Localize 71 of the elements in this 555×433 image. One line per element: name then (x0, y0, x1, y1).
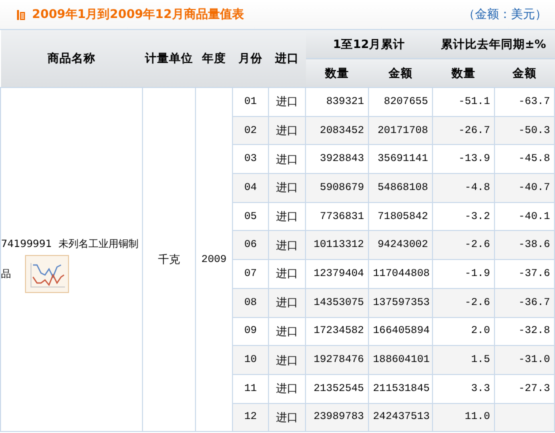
table-cell: 12 (232, 403, 268, 432)
table-cell: 19278476 (306, 346, 368, 374)
table-title: 2009年1月到2009年12月商品量值表 (32, 6, 244, 23)
table-cell: 8207655 (368, 88, 433, 116)
table-cell: 10113312 (306, 230, 368, 260)
table-cell: 11 (232, 374, 268, 404)
table-cell: 14353075 (306, 288, 368, 317)
table-cell: 23989783 (306, 403, 368, 432)
table-cell: 11.0 (432, 403, 495, 432)
table-cell: 进口 (268, 116, 306, 145)
table-cell: -2.6 (432, 230, 495, 260)
table-cell: 千克 (142, 88, 196, 432)
table-cell: 进口 (268, 230, 306, 260)
table-cell: 进口 (268, 260, 306, 288)
table-cell: -50.3 (494, 116, 554, 145)
product-name: 品 (1, 268, 11, 281)
line-chart-icon[interactable] (25, 254, 69, 293)
table-cell: 02 (232, 116, 268, 145)
column-header: 进口 (268, 30, 306, 88)
table-cell: 5908679 (306, 174, 368, 202)
table-cell: 21352545 (306, 374, 368, 404)
currency-note: （金额：美元） (463, 6, 547, 23)
table-cell: -63.7 (494, 88, 554, 116)
table-cell: -40.7 (494, 174, 554, 202)
table-cell: 137597353 (368, 288, 433, 317)
table-cell: 1.5 (432, 346, 495, 374)
table-cell: 188604101 (368, 346, 433, 374)
table-cell: 10 (232, 346, 268, 374)
column-header: 金额 (368, 58, 433, 88)
table-cell: -51.1 (432, 88, 495, 116)
table-cell: -27.3 (494, 374, 554, 404)
table-cell: 进口 (268, 174, 306, 202)
column-header: 数量 (306, 58, 368, 88)
column-header: 数量 (432, 58, 495, 88)
column-header: 月份 (232, 30, 268, 88)
column-header: 年度 (196, 30, 232, 88)
table-cell: 进口 (268, 403, 306, 432)
column-group-header: 1至12月累计 (306, 30, 433, 58)
table-cell: 54868108 (368, 174, 433, 202)
table-cell: 06 (232, 230, 268, 260)
table-cell: 3.3 (432, 374, 495, 404)
table-cell: -38.6 (494, 230, 554, 260)
document-icon (16, 8, 26, 20)
product-name: 74199991 未列名工业用铜制 (1, 238, 138, 251)
table-cell: 07 (232, 260, 268, 288)
table-cell: 94243002 (368, 230, 433, 260)
table-cell: -26.7 (432, 116, 495, 145)
table-cell: 117044808 (368, 260, 433, 288)
table-cell: 进口 (268, 288, 306, 317)
table-cell: 进口 (268, 374, 306, 404)
table-cell: 211531845 (368, 374, 433, 404)
table-cell: -36.7 (494, 288, 554, 317)
table-cell: 12379404 (306, 260, 368, 288)
table-cell: 08 (232, 288, 268, 317)
table-cell: 进口 (268, 346, 306, 374)
column-header: 金额 (494, 58, 554, 88)
table-cell: -2.6 (432, 288, 495, 317)
column-group-header: 累计比去年同期±% (432, 30, 554, 58)
table-cell: 839321 (306, 88, 368, 116)
table-cell: 20171708 (368, 116, 433, 145)
table-cell: 04 (232, 174, 268, 202)
table-cell: 242437513 (368, 403, 433, 432)
table-cell: -31.0 (494, 346, 554, 374)
table-cell: -37.6 (494, 260, 554, 288)
column-header: 计量单位 (142, 30, 196, 88)
table-cell: -1.9 (432, 260, 495, 288)
table-cell: 进口 (268, 88, 306, 116)
table-cell: -4.8 (432, 174, 495, 202)
table-cell: 01 (232, 88, 268, 116)
column-header: 商品名称 (0, 30, 142, 88)
table-cell: 2083452 (306, 116, 368, 145)
